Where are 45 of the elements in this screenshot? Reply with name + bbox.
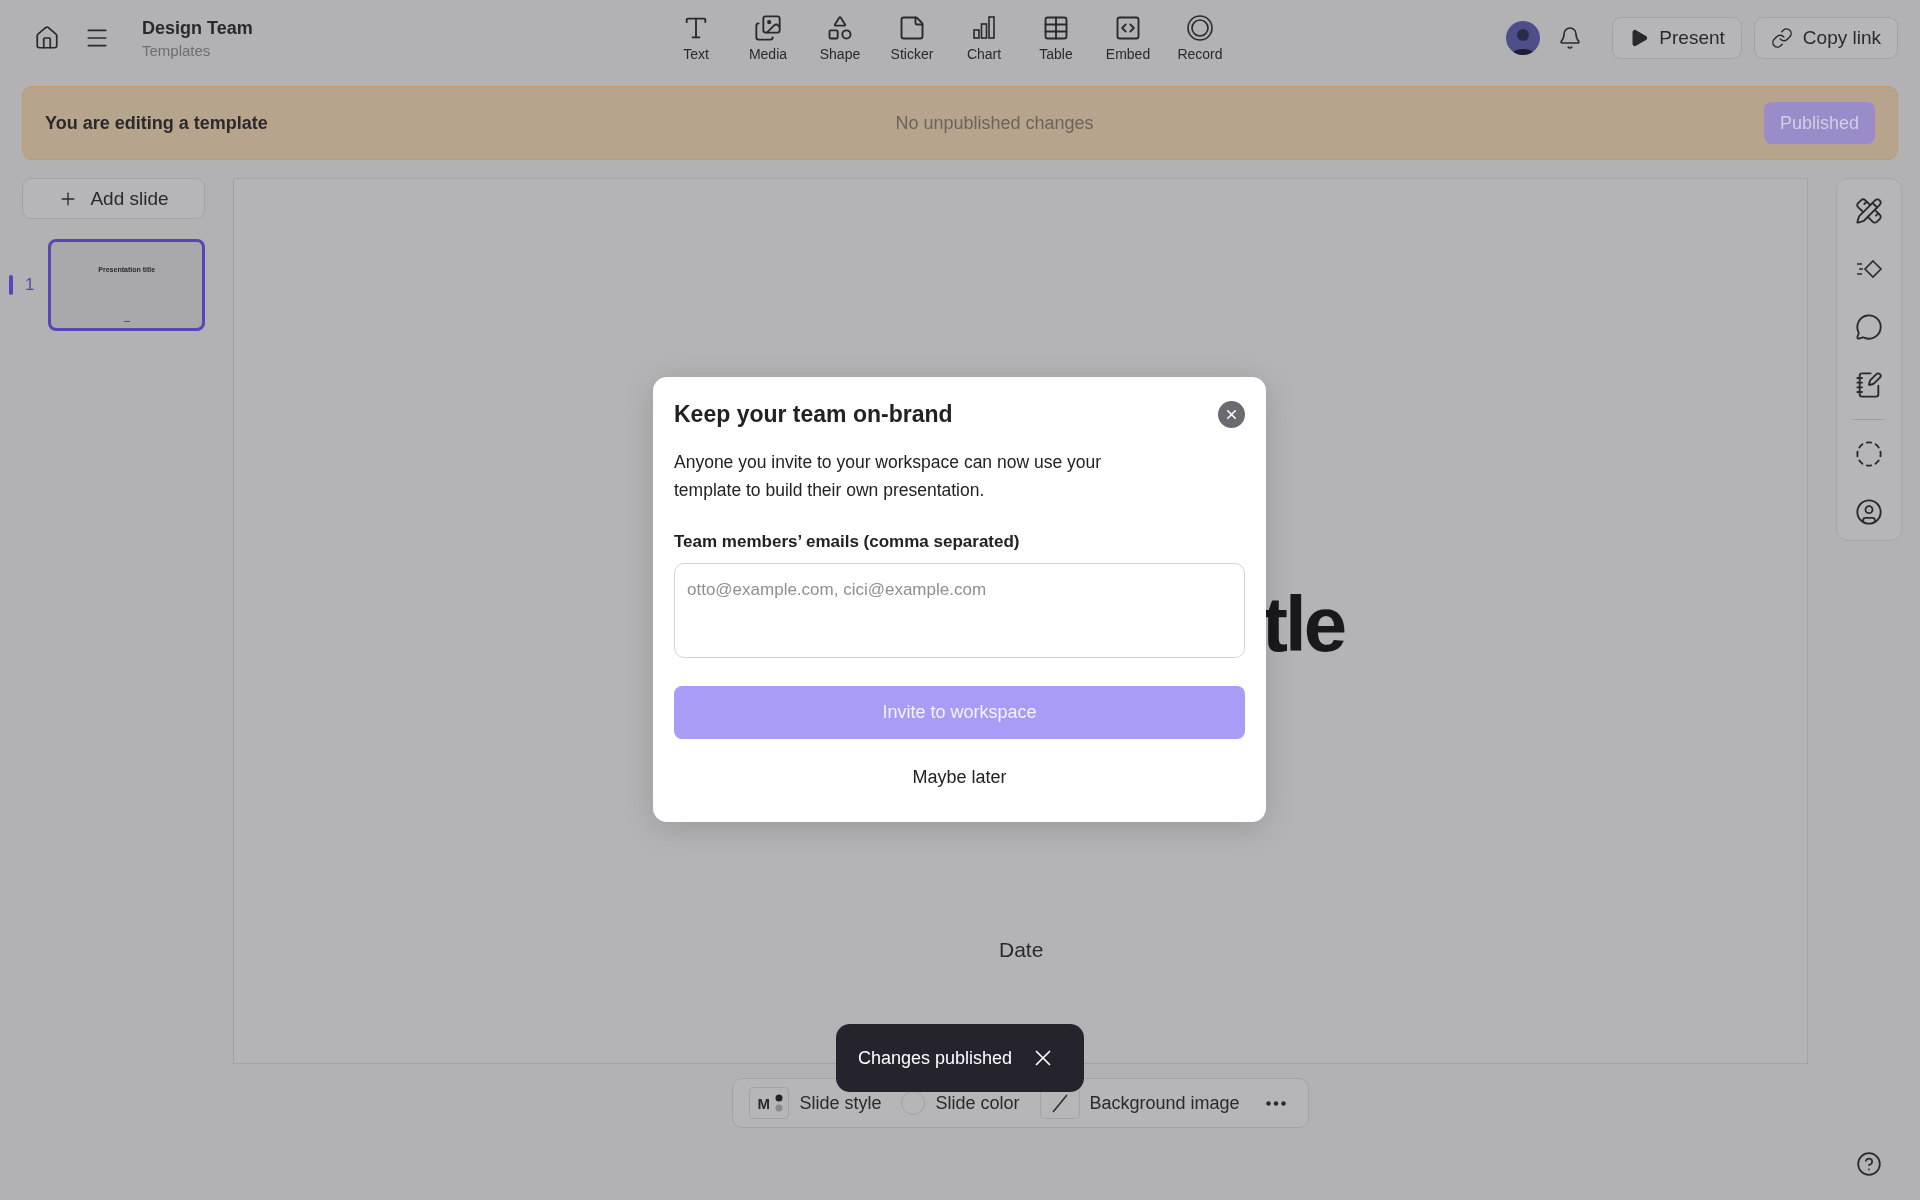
media-icon [754, 14, 782, 42]
chart-icon [970, 14, 998, 42]
dashed-circle-icon [1855, 440, 1883, 468]
more-icon [1265, 1100, 1286, 1106]
workspace-title: Design Team [142, 17, 254, 39]
add-slide-button[interactable]: Add slide [22, 178, 205, 219]
toolbar-button[interactable]: Sticker [878, 14, 946, 62]
pencil-ruler-icon [1855, 197, 1883, 225]
publish-status: No unpublished changes [894, 112, 1095, 134]
close-button[interactable] [1218, 401, 1245, 428]
toolbar-button[interactable]: Chart [950, 14, 1018, 62]
bell-icon [1558, 26, 1583, 50]
slide-title: tle [1262, 579, 1345, 670]
banner-message: You are editing a template [45, 112, 269, 134]
comment-icon [1855, 313, 1883, 341]
field-label: Team members’ emails (comma separated) [674, 532, 1021, 552]
toolbar-button[interactable]: Embed [1094, 14, 1162, 62]
user-icon [1855, 498, 1883, 526]
notes-icon [1855, 371, 1883, 399]
sticker-icon [898, 14, 926, 42]
toolbar-button[interactable]: Text [662, 14, 730, 62]
record-icon [1186, 14, 1214, 42]
dialog-title: Keep your team on-brand [674, 401, 953, 428]
code-icon [1114, 14, 1142, 42]
present-button[interactable]: Present [1612, 17, 1742, 59]
toolbar-button[interactable]: Media [734, 14, 802, 62]
help-icon [1856, 1151, 1882, 1177]
shapes-icon [826, 14, 854, 42]
slide-date: Date [999, 938, 1044, 962]
toolbar-button[interactable]: Table [1022, 14, 1090, 62]
home-icon [34, 25, 60, 51]
maybe-later-button[interactable]: Maybe later [908, 763, 1011, 792]
toolbar-button[interactable]: Record [1166, 14, 1234, 62]
email-field[interactable]: otto@example.com, cici@example.com [674, 563, 1245, 658]
link-icon [1770, 27, 1793, 49]
slide-number: 1 [9, 275, 35, 295]
table-icon [1042, 14, 1070, 42]
workspace-subtitle: Templates [142, 41, 212, 59]
close-icon [1224, 407, 1239, 422]
style-swatch: M [749, 1087, 790, 1119]
avatar[interactable] [1506, 21, 1541, 55]
toolbar-button[interactable]: Shape [806, 14, 874, 62]
copy-link-button[interactable]: Copy link [1753, 17, 1898, 59]
toast-message: Changes published [858, 1047, 1013, 1069]
dialog-description: Anyone you invite to your workspace can now use your template to build their own presentation. [674, 451, 1103, 502]
